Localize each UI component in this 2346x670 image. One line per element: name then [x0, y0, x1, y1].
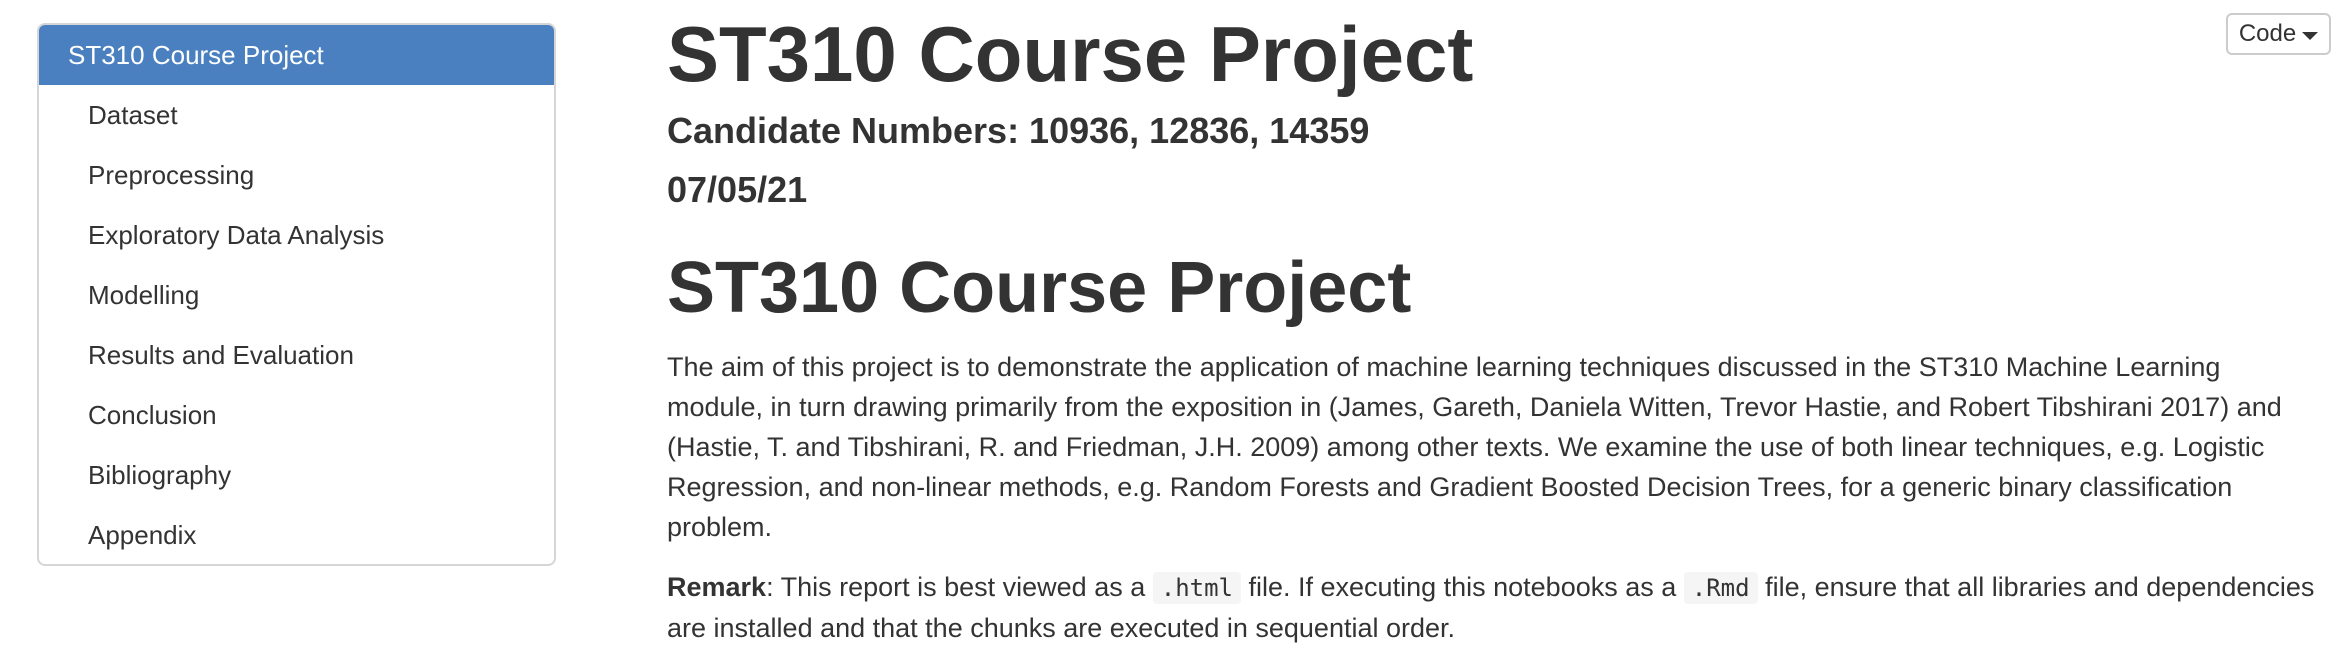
toc-item-label: ST310 Course Project [68, 39, 324, 70]
inline-code-rmd: .Rmd [1683, 572, 1758, 604]
table-of-contents: ST310 Course Project Dataset Preprocessi… [37, 23, 556, 566]
intro-paragraph: The aim of this project is to demonstrat… [667, 352, 2282, 542]
remark-text: : This report is best viewed as a [766, 572, 1153, 602]
toc-item-modelling[interactable]: Modelling [39, 265, 554, 325]
toc-item-label: Dataset [88, 99, 178, 130]
toc-item-label: Preprocessing [88, 159, 255, 190]
toc-item-label: Conclusion [88, 399, 217, 430]
toc-item-conclusion[interactable]: Conclusion [39, 385, 554, 445]
toc-item-exploratory-data-analysis[interactable]: Exploratory Data Analysis [39, 205, 554, 265]
toc-item-preprocessing[interactable]: Preprocessing [39, 145, 554, 205]
remark-label: Remark [667, 572, 767, 602]
remark-text: file. If executing this notebooks as a [1241, 572, 1684, 602]
code-button-label: Code [2238, 20, 2297, 47]
toc-item-label: Appendix [88, 519, 197, 550]
caret-down-icon [2302, 31, 2319, 40]
toc-item-results-and-evaluation[interactable]: Results and Evaluation [39, 325, 554, 385]
toc-item-dataset[interactable]: Dataset [39, 85, 554, 145]
toc-item-label: Modelling [88, 279, 200, 310]
toc-item-label: Exploratory Data Analysis [88, 219, 385, 250]
remark-paragraph: Remark: This report is best viewed as a … [667, 567, 2317, 648]
inline-code-html: .html [1152, 572, 1241, 604]
toc-item-label: Results and Evaluation [88, 339, 354, 370]
toc-item-st310-course-project[interactable]: ST310 Course Project [39, 25, 554, 85]
document-subtitle: Candidate Numbers: 10936, 12836, 14359 [667, 110, 1370, 151]
code-dropdown-button[interactable]: Code [2226, 13, 2331, 55]
document-title: ST310 Course Project [667, 10, 1474, 98]
document-date: 07/05/21 [667, 169, 808, 210]
section-title: ST310 Course Project [667, 248, 1412, 328]
toc-item-bibliography[interactable]: Bibliography [39, 445, 554, 505]
toc-item-appendix[interactable]: Appendix [39, 505, 554, 564]
toc-item-label: Bibliography [88, 459, 232, 490]
